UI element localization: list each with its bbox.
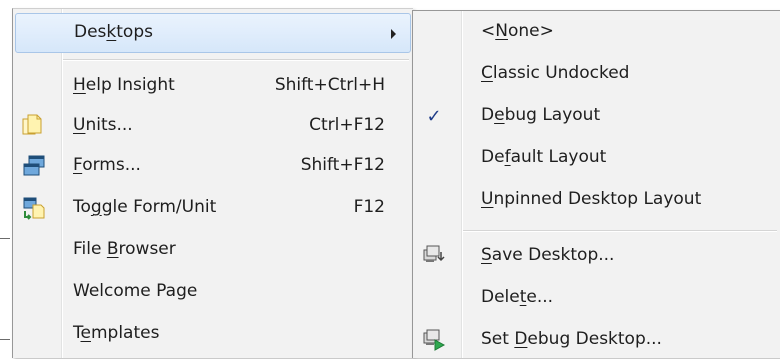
menu-item-label: Set Debug Desktop... [481, 329, 662, 349]
submenu-item-none[interactable]: <None> [415, 13, 779, 51]
menu-item-label: Forms... [73, 155, 141, 175]
menu-item-label: Welcome Page [73, 281, 198, 301]
toggle-form-unit-icon [19, 194, 49, 222]
menu-item-label: Delete... [481, 287, 554, 307]
submenu-item-default-layout[interactable]: Default Layout [415, 139, 779, 177]
menu-item-file-browser[interactable]: File Browser [15, 231, 411, 269]
desktops-submenu: <None> Classic Undocked ✓ Debug Layout D… [412, 10, 780, 358]
menu-item-label: Default Layout [481, 147, 607, 167]
view-menu: Desktops Help Insight Shift+Ctrl+H Units… [12, 8, 413, 358]
menu-item-label: Help Insight [73, 75, 175, 95]
forms-icon [19, 152, 49, 180]
menu-item-shortcut: Shift+Ctrl+H [274, 75, 385, 95]
menu-item-label: Desktops [74, 22, 153, 42]
menu-item-desktops[interactable]: Desktops [15, 13, 411, 53]
menu-item-label: Classic Undocked [481, 63, 630, 83]
menu-item-help-insight[interactable]: Help Insight Shift+Ctrl+H [15, 67, 411, 105]
menu-item-label: Units... [73, 115, 133, 135]
submenu-item-classic-undocked[interactable]: Classic Undocked [415, 55, 779, 93]
background-window [0, 0, 12, 357]
set-debug-desktop-icon [419, 326, 449, 354]
menu-item-forms[interactable]: Forms... Shift+F12 [15, 147, 411, 185]
menu-item-label: Templates [73, 323, 160, 343]
submenu-item-save-desktop[interactable]: Save Desktop... [415, 237, 779, 275]
menu-separator [63, 59, 409, 61]
background-divider [0, 238, 10, 239]
menu-item-label: Save Desktop... [481, 245, 615, 265]
menu-item-shortcut: Shift+F12 [300, 155, 385, 175]
menu-item-shortcut: Ctrl+F12 [309, 115, 385, 135]
menu-item-label: Toggle Form/Unit [73, 197, 217, 217]
menu-item-units[interactable]: Units... Ctrl+F12 [15, 107, 411, 145]
menu-item-welcome-page[interactable]: Welcome Page [15, 273, 411, 311]
background-divider [0, 339, 10, 340]
submenu-arrow-icon [391, 29, 396, 39]
submenu-item-unpinned-desktop-layout[interactable]: Unpinned Desktop Layout [415, 181, 779, 219]
menu-item-shortcut: F12 [353, 197, 385, 217]
units-icon [19, 112, 49, 140]
checkmark-icon: ✓ [426, 105, 442, 127]
save-desktop-icon [419, 242, 449, 270]
submenu-item-debug-layout[interactable]: ✓ Debug Layout [415, 97, 779, 135]
submenu-item-delete[interactable]: Delete... [415, 279, 779, 317]
menu-separator [463, 230, 777, 232]
menu-item-label: Unpinned Desktop Layout [481, 189, 702, 209]
menu-item-templates[interactable]: Templates [15, 315, 411, 353]
menu-item-toggle-form-unit[interactable]: Toggle Form/Unit F12 [15, 189, 411, 227]
menu-item-label: File Browser [73, 239, 176, 259]
submenu-item-set-debug-desktop[interactable]: Set Debug Desktop... [415, 321, 779, 359]
menu-item-label: <None> [481, 21, 554, 41]
menu-item-label: Debug Layout [481, 105, 601, 125]
